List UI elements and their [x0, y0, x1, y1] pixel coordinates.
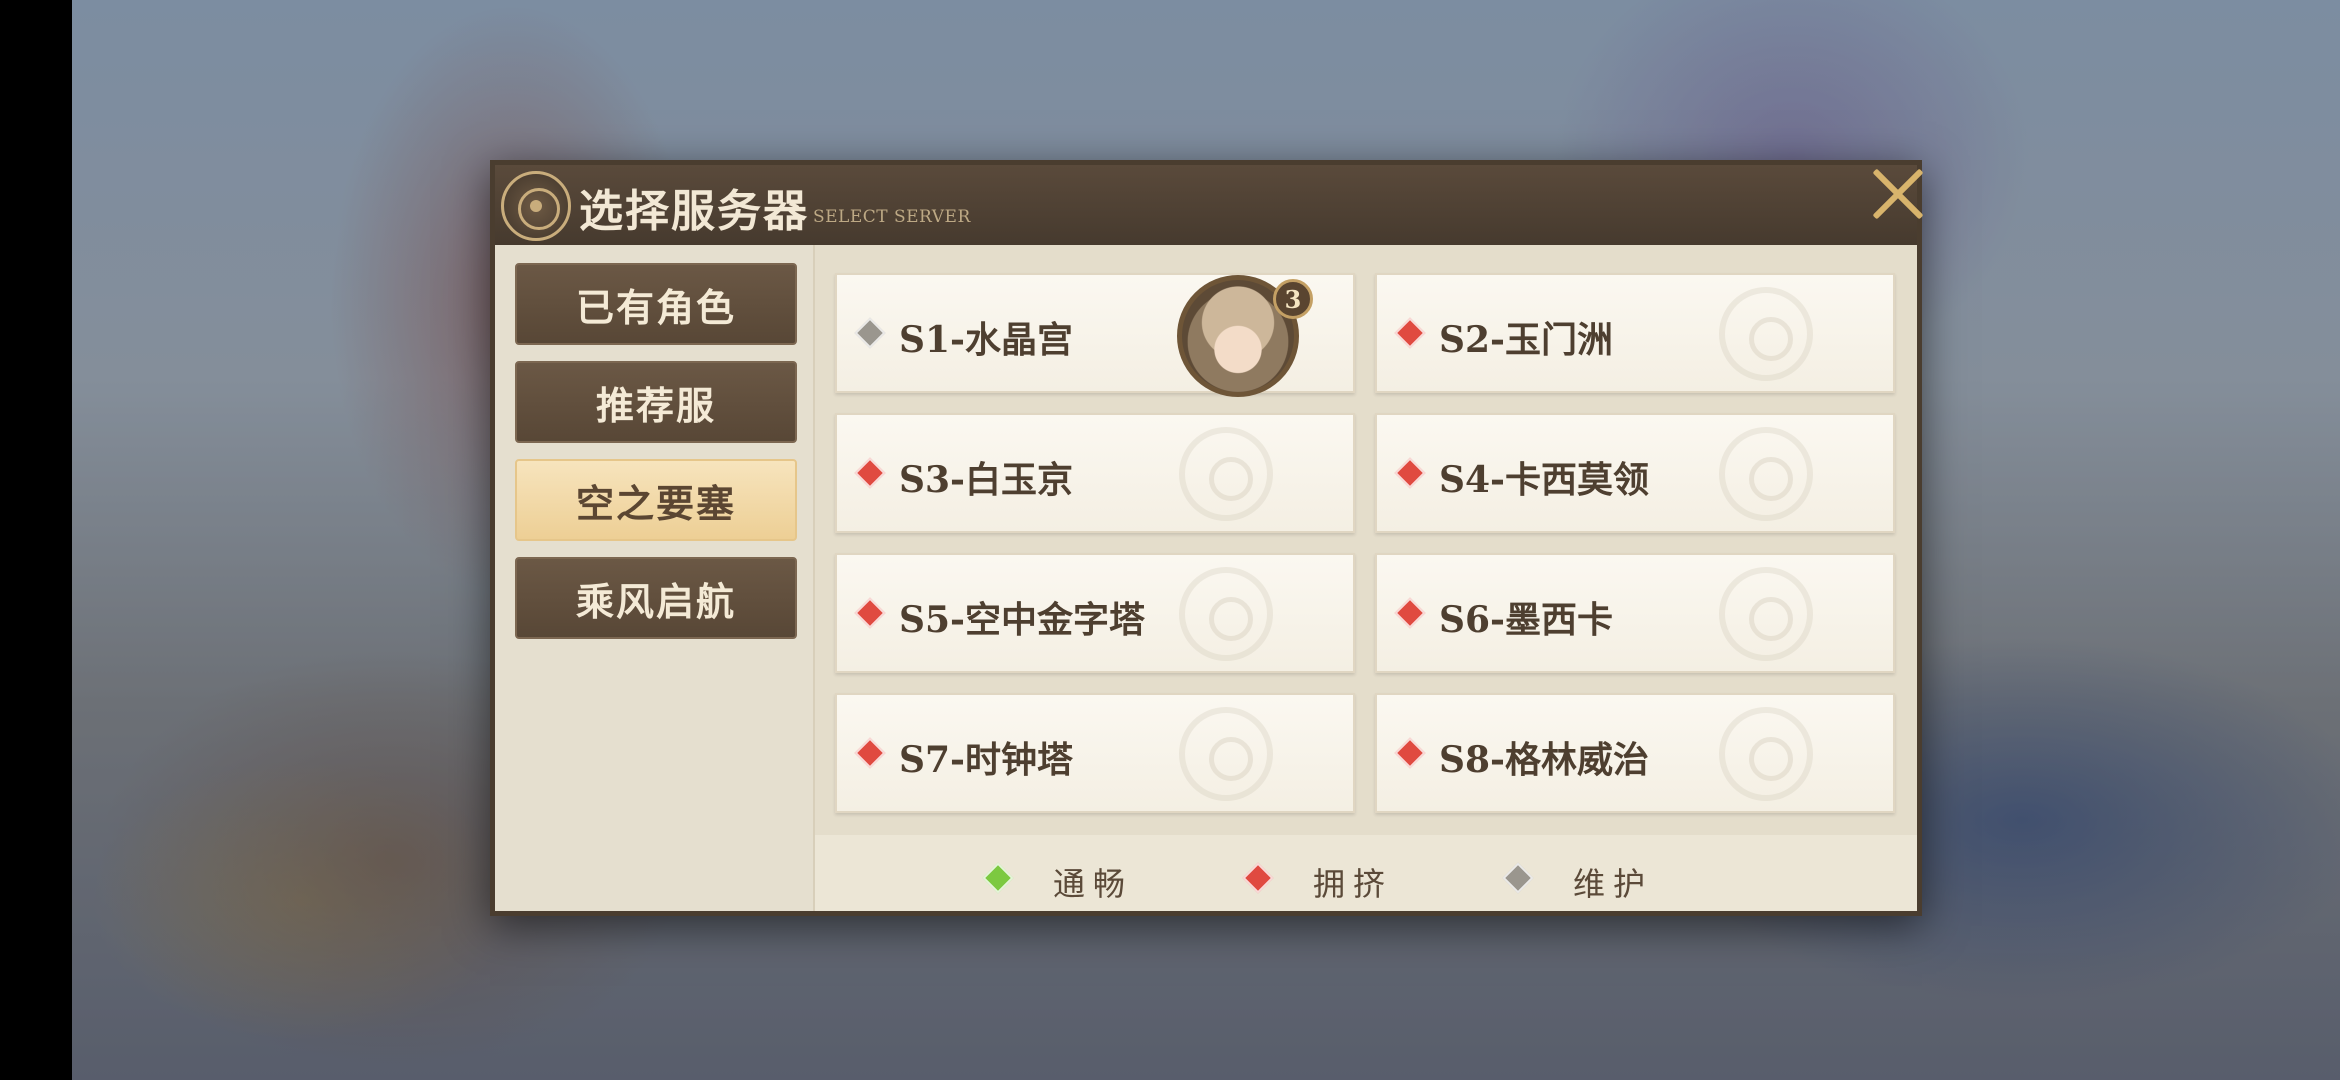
- crowded-status-icon: [854, 737, 886, 769]
- gear-watermark-icon: [1719, 707, 1813, 801]
- crowded-status-icon: [1242, 862, 1274, 894]
- status-legend: 通畅 拥挤 维护: [815, 835, 1917, 911]
- tab-label: 已有角色: [575, 284, 736, 330]
- server-name: S8-格林威治: [1439, 739, 1649, 781]
- server-name: S2-玉门洲: [1439, 319, 1613, 361]
- gear-watermark-icon: [1179, 707, 1273, 801]
- close-icon[interactable]: [1867, 163, 1929, 225]
- character-count-badge: 3: [1273, 279, 1313, 319]
- server-card-s7[interactable]: S7-时钟塔: [835, 693, 1355, 813]
- tab-label: 乘风启航: [575, 578, 736, 624]
- tab-label: 空之要塞: [575, 480, 736, 526]
- select-server-dialog: 选择服务器 SELECT SERVER 已有角色 推荐服 空之要塞 乘风启航 S…: [490, 160, 1922, 916]
- gear-emblem-icon: [501, 171, 571, 241]
- tab-existing-characters[interactable]: 已有角色: [515, 263, 797, 345]
- server-card-s3[interactable]: S3-白玉京: [835, 413, 1355, 533]
- server-card-s1[interactable]: S1-水晶宫 3: [835, 273, 1355, 397]
- gear-watermark-icon: [1179, 427, 1273, 521]
- crowded-status-icon: [1394, 317, 1426, 349]
- server-card-s8[interactable]: S8-格林威治: [1375, 693, 1895, 813]
- server-name: S4-卡西莫领: [1439, 459, 1649, 501]
- dialog-header: 选择服务器 SELECT SERVER: [495, 165, 1917, 245]
- crowded-status-icon: [1394, 457, 1426, 489]
- legend-label: 维护: [1573, 865, 1654, 903]
- crowded-status-icon: [1394, 737, 1426, 769]
- dialog-title: 选择服务器: [579, 186, 809, 237]
- tab-recommended[interactable]: 推荐服: [515, 361, 797, 443]
- server-group-sidebar: 已有角色 推荐服 空之要塞 乘风启航: [495, 245, 815, 911]
- server-name: S6-墨西卡: [1439, 599, 1613, 641]
- server-name: S7-时钟塔: [899, 739, 1073, 781]
- tab-ride-the-wind[interactable]: 乘风启航: [515, 557, 797, 639]
- gear-watermark-icon: [1179, 567, 1273, 661]
- server-card-s5[interactable]: S5-空中金字塔: [835, 553, 1355, 673]
- maintenance-status-icon: [1502, 862, 1534, 894]
- server-name: S1-水晶宫: [899, 319, 1073, 361]
- server-card-s2[interactable]: S2-玉门洲: [1375, 273, 1895, 393]
- gear-watermark-icon: [1719, 427, 1813, 521]
- gear-watermark-icon: [1719, 567, 1813, 661]
- smooth-status-icon: [982, 862, 1014, 894]
- screen-left-edge: [0, 0, 72, 1080]
- server-card-s6[interactable]: S6-墨西卡: [1375, 553, 1895, 673]
- gear-watermark-icon: [1719, 287, 1813, 381]
- tab-label: 推荐服: [595, 382, 716, 428]
- crowded-status-icon: [854, 457, 886, 489]
- dialog-subtitle: SELECT SERVER: [813, 207, 971, 227]
- maintenance-status-icon: [854, 317, 886, 349]
- server-card-s4[interactable]: S4-卡西莫领: [1375, 413, 1895, 533]
- legend-label: 拥挤: [1313, 865, 1394, 903]
- server-name: S3-白玉京: [899, 459, 1073, 501]
- crowded-status-icon: [1394, 597, 1426, 629]
- server-name: S5-空中金字塔: [899, 599, 1145, 641]
- server-list: S1-水晶宫 3 S2-玉门洲 S3-白玉京 S4-卡西莫领 S5-空中金字塔: [815, 245, 1917, 835]
- tab-sky-fortress[interactable]: 空之要塞: [515, 459, 797, 541]
- legend-label: 通畅: [1053, 865, 1134, 903]
- crowded-status-icon: [854, 597, 886, 629]
